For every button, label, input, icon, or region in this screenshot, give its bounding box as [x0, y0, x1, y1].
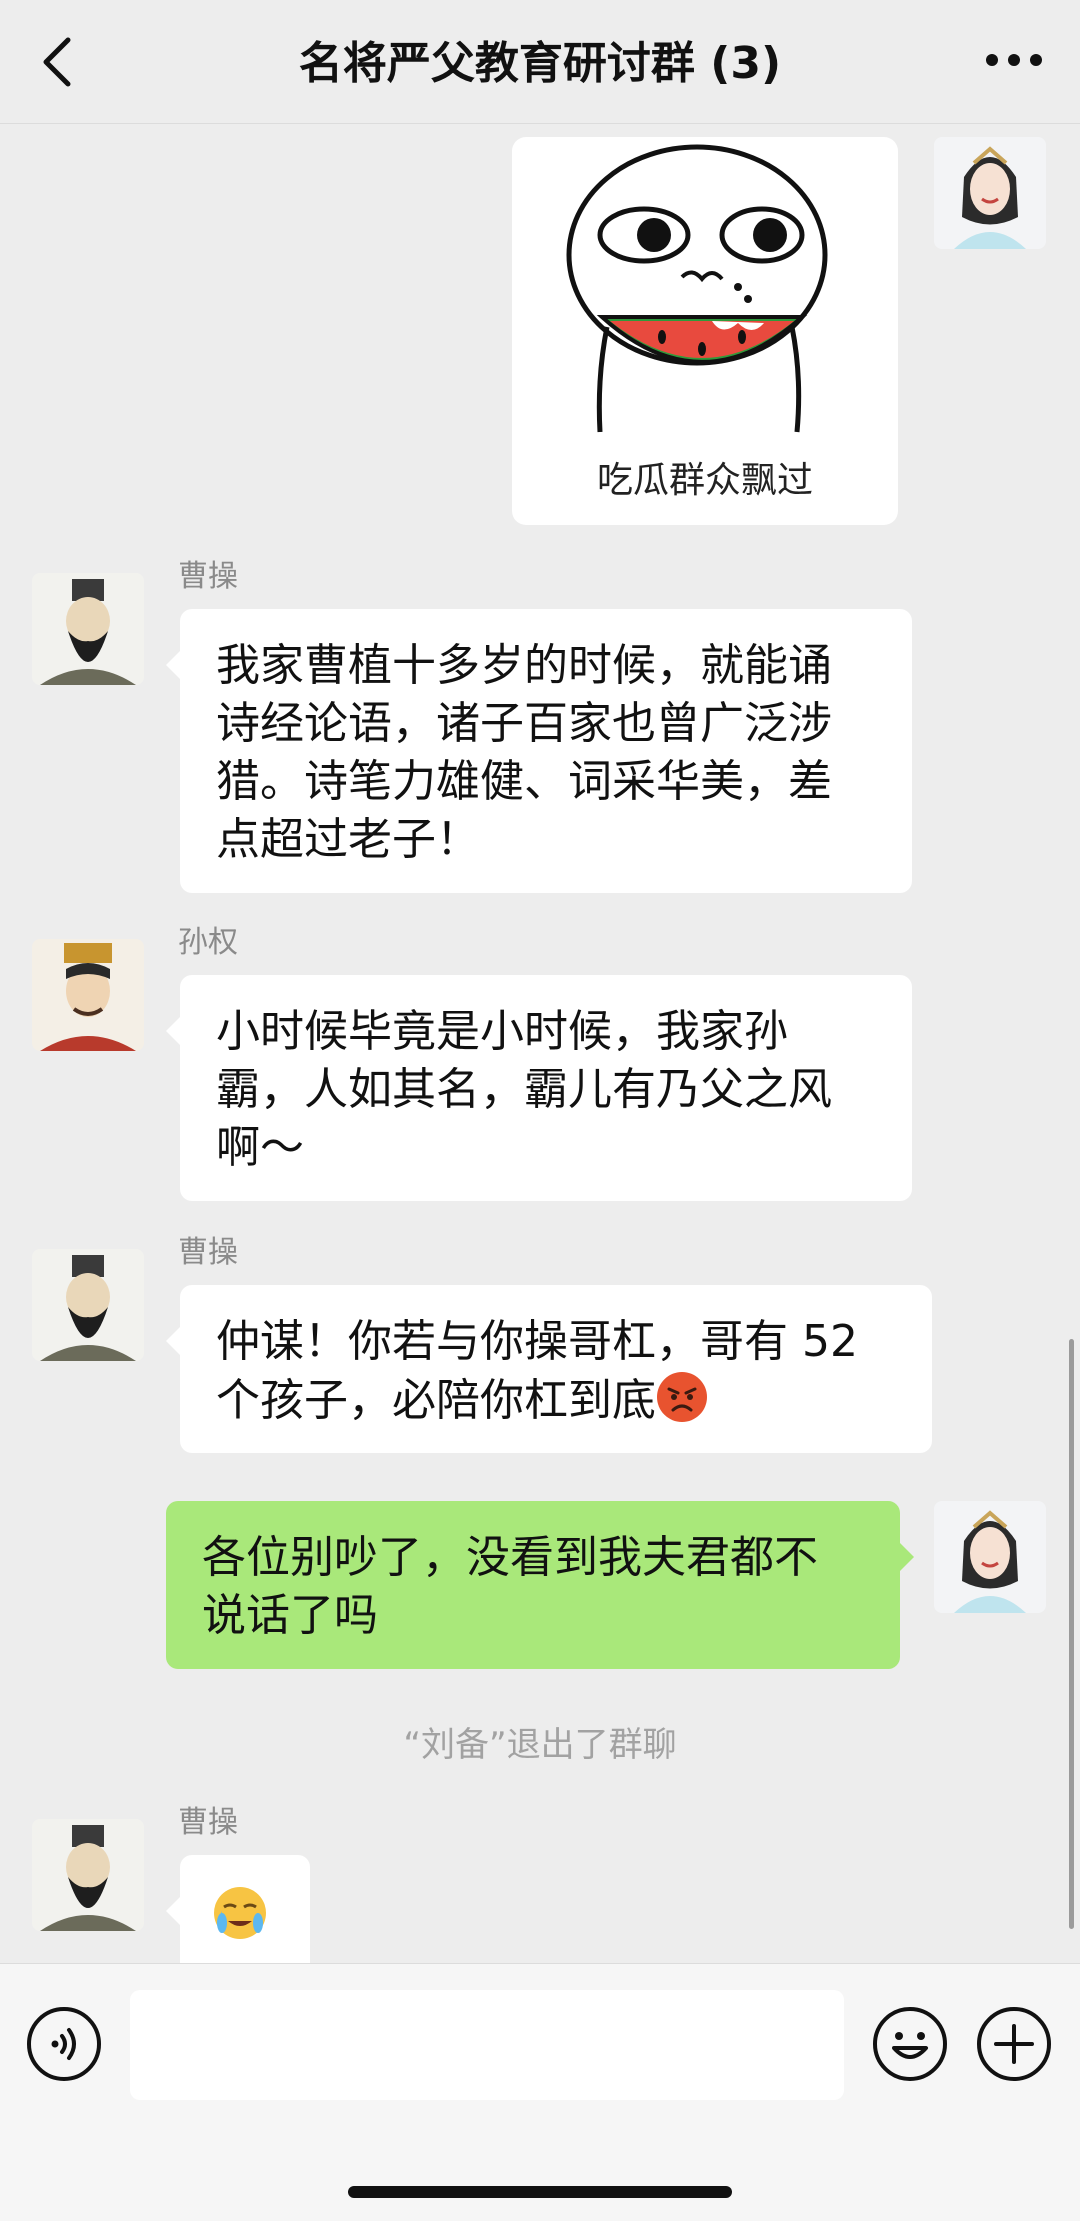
chat-header: 名将严父教育研讨群 (3) — [0, 0, 1080, 124]
sticker-caption: 吃瓜群众飘过 — [596, 460, 813, 501]
plus-circle-icon — [977, 2007, 1051, 2081]
sender-avatar-caocao[interactable] — [32, 573, 144, 685]
message-line: 各位别吵了，没看到我夫君都不 — [202, 1532, 818, 1583]
scrollbar[interactable] — [1069, 1339, 1074, 1929]
message-line: 说话了吗 — [202, 1590, 378, 1641]
message-bubble[interactable] — [166, 1855, 310, 1963]
emoji-button[interactable] — [872, 2006, 948, 2082]
message-line: 点超过老子！ — [216, 814, 480, 865]
home-indicator[interactable] — [348, 2186, 732, 2198]
crying-face-icon — [214, 1887, 266, 1939]
more-functions-button[interactable] — [976, 2006, 1052, 2082]
voice-button[interactable] — [26, 2006, 102, 2082]
sender-name: 曹操 — [178, 559, 238, 594]
message-input[interactable] — [130, 1990, 844, 2100]
message-bubble[interactable]: 我家曹植十多岁的时候，就能诵 诗经论语，诸子百家也曾广泛涉 猎。诗笔力雄健、词采… — [166, 609, 912, 893]
chevron-left-icon — [43, 37, 71, 87]
sender-name: 曹操 — [178, 1235, 238, 1270]
message-bubble[interactable]: 仲谋！你若与你操哥杠，哥有 52 个孩子，必陪你杠到底 — [166, 1285, 932, 1453]
caocao-portrait-avatar — [32, 1819, 144, 1931]
message-line: 小时候毕竟是小时候，我家孙 — [216, 1006, 788, 1057]
smiley-icon — [873, 2007, 947, 2081]
sender-avatar-caocao[interactable] — [32, 1819, 144, 1931]
sender-avatar-sunquan[interactable] — [32, 939, 144, 1051]
message-line-with-emoji: 个孩子，必陪你杠到底 — [216, 1371, 898, 1430]
back-button[interactable] — [36, 34, 82, 90]
system-message: “刘备”退出了群聊 — [403, 1725, 677, 1765]
my-message-bubble[interactable]: 各位别吵了，没看到我夫君都不 说话了吗 — [166, 1501, 914, 1669]
chat-title: 名将严父教育研讨群 (3) — [298, 38, 782, 89]
sender-avatar-caocao[interactable] — [32, 1249, 144, 1361]
message-bubble[interactable]: 小时候毕竟是小时候，我家孙 霸，人如其名，霸儿有乃父之风 啊～ — [166, 975, 912, 1201]
sticker-message[interactable]: 吃瓜群众飘过 — [512, 137, 898, 525]
message-line: 仲谋！你若与你操哥杠，哥有 52 — [216, 1316, 858, 1367]
lady-portrait-avatar — [934, 137, 1046, 249]
more-button[interactable] — [984, 50, 1044, 70]
caocao-portrait-avatar — [32, 573, 144, 685]
my-avatar[interactable] — [934, 137, 1046, 249]
lady-portrait-avatar — [934, 1501, 1046, 1613]
message-line: 我家曹植十多岁的时候，就能诵 — [216, 640, 832, 691]
voice-icon — [27, 2007, 101, 2081]
message-line: 个孩子，必陪你杠到底 — [216, 1375, 656, 1426]
message-list[interactable]: 吃瓜群众飘过 曹操 我家曹植十多岁的时候，就能诵 诗经论语，诸子百家也曾广泛涉 … — [0, 125, 1080, 1963]
sunquan-portrait-avatar — [32, 939, 144, 1051]
message-line: 啊～ — [216, 1122, 304, 1173]
message-line: 诗经论语，诸子百家也曾广泛涉 — [216, 698, 832, 749]
caocao-portrait-avatar — [32, 1249, 144, 1361]
angry-face-icon — [657, 1372, 707, 1422]
message-line: 霸，人如其名，霸儿有乃父之风 — [216, 1064, 832, 1115]
message-line: 猎。诗笔力雄健、词采华美，差 — [216, 756, 832, 807]
sender-name: 孙权 — [178, 925, 238, 960]
my-avatar[interactable] — [934, 1501, 1046, 1613]
input-bar — [0, 1963, 1080, 2221]
watermelon-eating-sticker — [566, 144, 828, 433]
ellipsis-icon — [986, 54, 1042, 66]
sender-name: 曹操 — [178, 1805, 238, 1840]
